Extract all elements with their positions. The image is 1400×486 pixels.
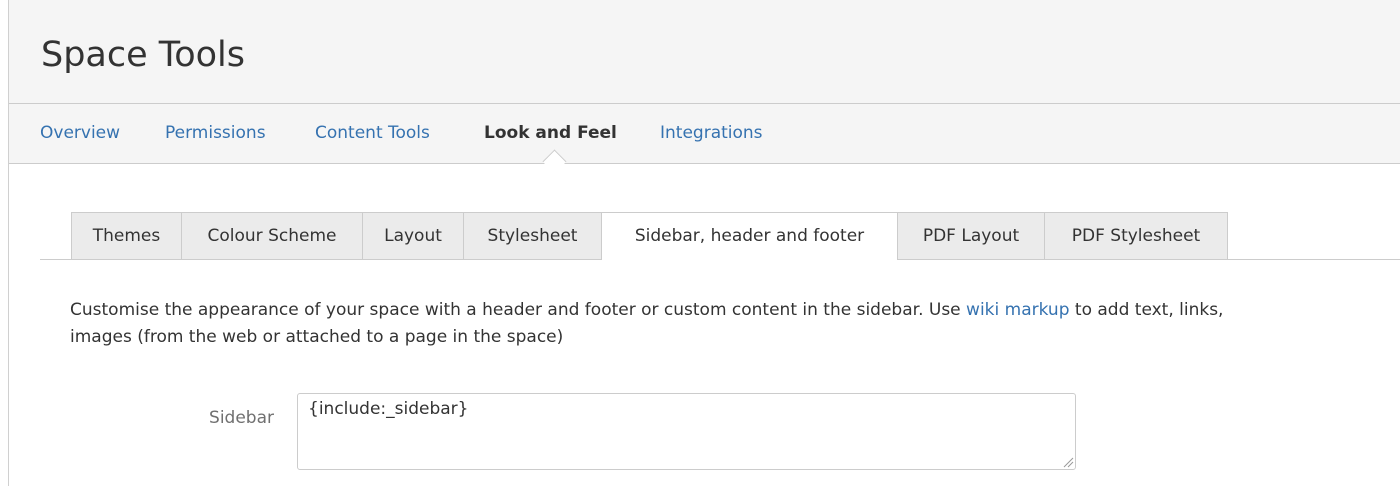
space-tools-nav: Overview Permissions Content Tools Look …	[9, 104, 1400, 164]
description-line-2: images (from the web or attached to a pa…	[70, 327, 564, 347]
description-line-1: Customise the appearance of your space w…	[70, 297, 1390, 324]
wiki-markup-link[interactable]: wiki markup	[966, 300, 1069, 320]
sidebar-textarea[interactable]: {include:_sidebar}	[297, 393, 1076, 470]
nav-item-content-tools[interactable]: Content Tools	[315, 125, 430, 142]
page-header: Space Tools	[9, 0, 1400, 104]
sidebar-label: Sidebar	[209, 408, 274, 428]
tab-pdf-layout[interactable]: PDF Layout	[897, 212, 1045, 259]
page-title: Space Tools	[41, 35, 246, 75]
nav-item-look-and-feel[interactable]: Look and Feel	[484, 125, 617, 142]
description-text-start: Customise the appearance of your space w…	[70, 300, 967, 320]
nav-item-integrations[interactable]: Integrations	[660, 125, 763, 142]
nav-item-permissions[interactable]: Permissions	[165, 125, 266, 142]
tab-themes[interactable]: Themes	[71, 212, 182, 259]
nav-item-overview[interactable]: Overview	[40, 125, 120, 142]
tab-stylesheet[interactable]: Stylesheet	[463, 212, 602, 259]
description-text-end: to add text, links,	[1069, 300, 1224, 320]
tab-layout[interactable]: Layout	[362, 212, 464, 259]
description-text: Customise the appearance of your space w…	[70, 297, 1390, 351]
tab-pdf-stylesheet[interactable]: PDF Stylesheet	[1044, 212, 1228, 259]
resize-grip-icon[interactable]	[1062, 456, 1074, 468]
tab-sidebar-header-footer[interactable]: Sidebar, header and footer	[601, 212, 898, 260]
tab-colour-scheme[interactable]: Colour Scheme	[181, 212, 363, 259]
